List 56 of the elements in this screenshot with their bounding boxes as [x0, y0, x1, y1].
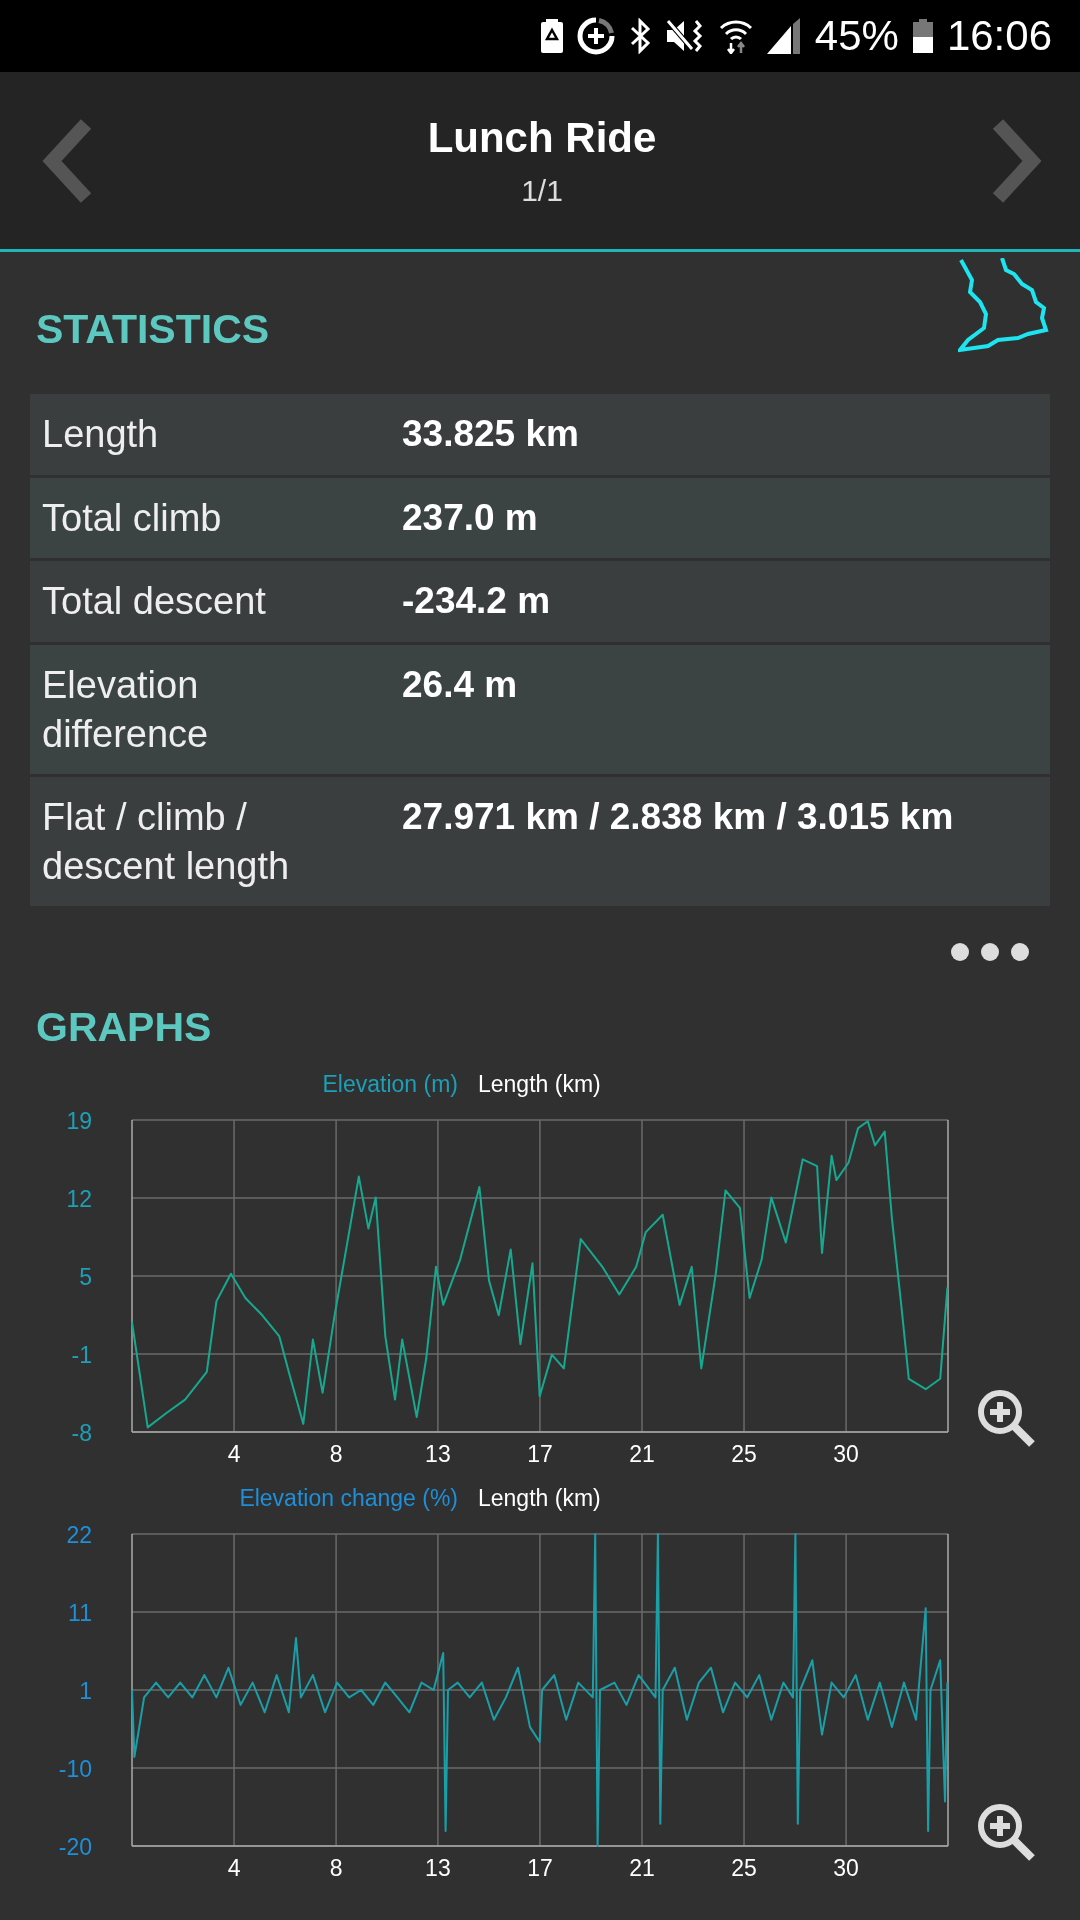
axis-label: 30 [833, 1855, 859, 1882]
axis-label: 13 [425, 1441, 451, 1468]
more-icon[interactable] [950, 942, 1030, 963]
zoom-in-icon [976, 1802, 1036, 1863]
axis-label: -1 [71, 1342, 92, 1369]
section-heading: STATISTICS [36, 305, 270, 353]
axis-label: 19 [66, 1108, 92, 1135]
axis-label: 25 [731, 1441, 757, 1468]
page-counter: 1/1 [521, 173, 563, 208]
zoom-in-icon [976, 1388, 1036, 1449]
stat-label: Length [42, 412, 160, 457]
signal-icon [766, 18, 801, 54]
legend-label: Length (km) [478, 1484, 602, 1512]
battery-percentage: 45% [814, 12, 899, 60]
activity-title: Lunch Ride [427, 113, 657, 162]
axis-label: 4 [227, 1441, 241, 1468]
stat-value: -234.2 m [402, 579, 551, 624]
stat-value: 33.825 km [402, 412, 579, 456]
stat-value: 26.4 m [402, 662, 518, 707]
axis-label: 22 [66, 1522, 92, 1549]
battery-icon [912, 19, 933, 53]
axis-label: 21 [629, 1855, 655, 1882]
axis-label: 4 [227, 1855, 241, 1882]
axis-label: 8 [329, 1855, 343, 1882]
axis-label: 8 [329, 1441, 343, 1468]
mute-vibrate-icon [664, 18, 705, 54]
axis-label: 5 [79, 1264, 92, 1291]
bluetooth-icon [628, 18, 651, 54]
stat-label: Elevation difference [42, 662, 210, 757]
axis-label: 21 [629, 1441, 655, 1468]
axis-label: -8 [71, 1420, 92, 1447]
zoom-in-button[interactable] [976, 1388, 1036, 1449]
axis-label: 30 [833, 1441, 859, 1468]
legend-label: Length (km) [478, 1070, 602, 1098]
legend-label: Elevation change (%) [238, 1484, 458, 1512]
axis-label: 11 [68, 1600, 92, 1627]
axis-label: 12 [66, 1186, 92, 1213]
stat-value: 27.971 km / 2.838 km / 3.015 km [402, 795, 954, 840]
axis-label: 17 [527, 1441, 553, 1468]
stat-label: Flat / climb / descent length [42, 795, 291, 889]
legend-label: Elevation (m) [321, 1070, 458, 1098]
zoom-in-button[interactable] [976, 1802, 1036, 1863]
axis-label: 1 [79, 1678, 92, 1705]
data-saver-icon [576, 17, 615, 55]
axis-label: 17 [527, 1855, 553, 1882]
axis-label: -10 [58, 1756, 92, 1783]
axis-label: -20 [58, 1834, 92, 1861]
battery-saver-icon [540, 19, 563, 53]
stat-label: Total climb [42, 495, 223, 541]
wifi-icon [718, 18, 753, 54]
section-heading: GRAPHS [36, 1003, 212, 1051]
stat-label: Total descent [42, 579, 267, 625]
clock: 16:06 [946, 12, 1052, 60]
stat-value: 237.0 m [402, 495, 538, 540]
axis-label: 25 [731, 1855, 757, 1882]
axis-label: 13 [425, 1855, 451, 1882]
